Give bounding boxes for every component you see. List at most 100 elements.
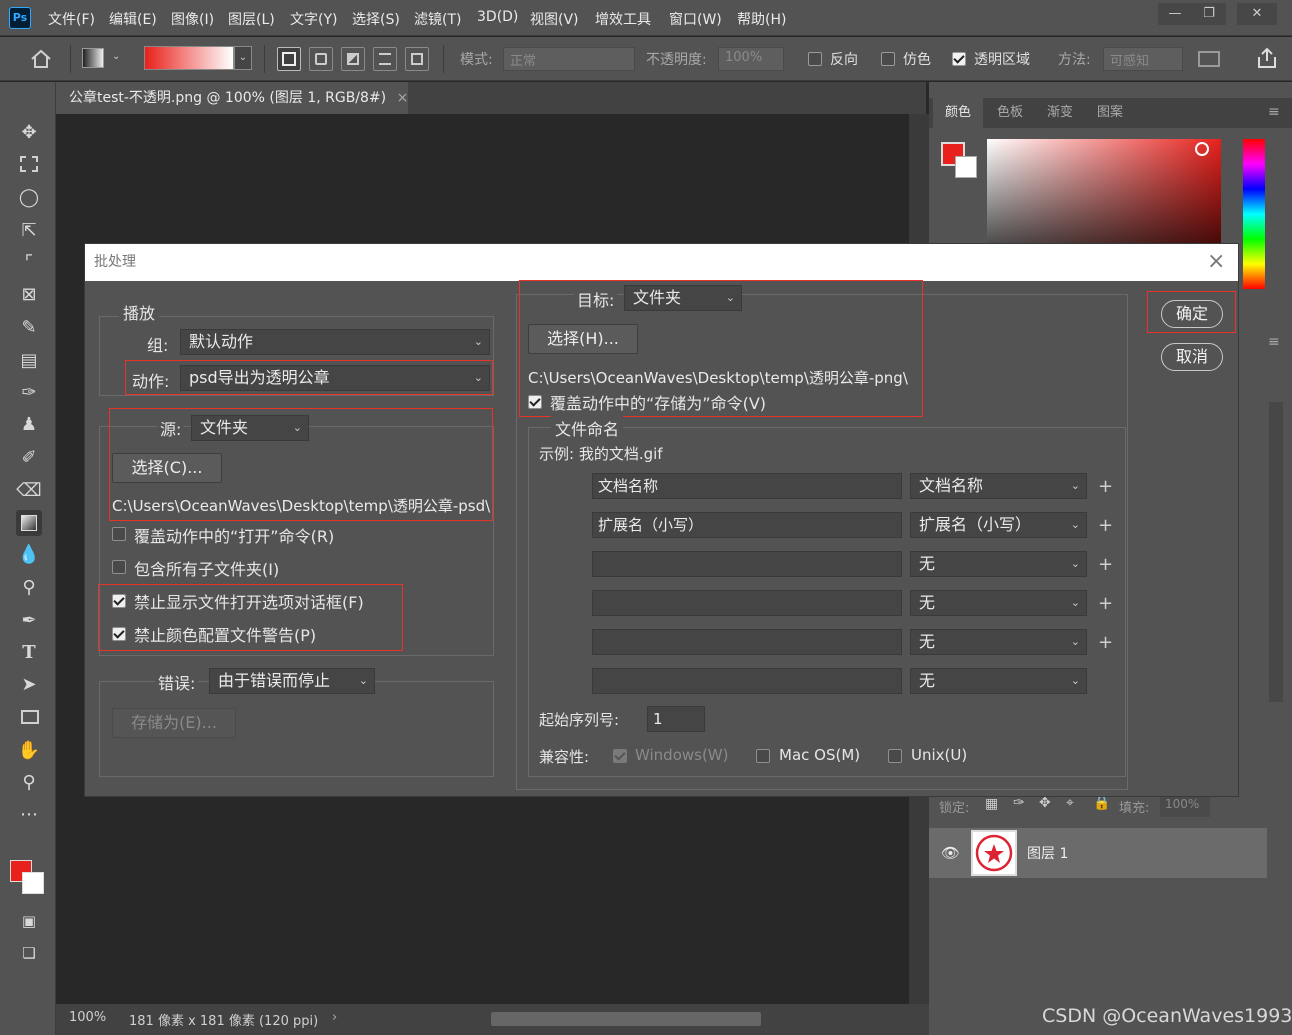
naming-select-1[interactable]: 文档名称 ⌄ <box>910 473 1087 499</box>
restore-button[interactable]: ❐ <box>1192 3 1226 25</box>
naming-text-1[interactable]: 文档名称 <box>592 473 902 499</box>
pen-tool-icon[interactable]: ✒ <box>16 608 42 634</box>
menu-file[interactable]: 文件(F) <box>48 9 95 29</box>
naming-text-3[interactable] <box>592 551 902 577</box>
menu-window[interactable]: 窗口(W) <box>669 9 722 29</box>
document-tab[interactable]: 公章test-不透明.png @ 100% (图层 1, RGB/8#) × <box>56 82 408 114</box>
group-select[interactable]: 默认动作 ⌄ <box>180 329 490 355</box>
type-tool-icon[interactable]: T <box>16 640 42 666</box>
rectangle-tool-icon[interactable] <box>16 705 42 731</box>
color-picker-cursor[interactable] <box>1195 142 1209 156</box>
serial-field[interactable]: 1 <box>647 706 705 732</box>
menu-filter[interactable]: 滤镜(T) <box>414 9 461 29</box>
crop-tool-icon[interactable]: ⌜ <box>16 250 42 276</box>
fill-field[interactable]: 100% <box>1160 795 1210 817</box>
naming-text-5[interactable] <box>592 629 902 655</box>
panel-toggle-icon[interactable] <box>1198 51 1220 67</box>
menu-select[interactable]: 选择(S) <box>352 9 400 29</box>
menu-layer[interactable]: 图层(L) <box>228 9 275 29</box>
zoom-level[interactable]: 100% <box>69 1010 106 1025</box>
cancel-button[interactable]: 取消 <box>1161 343 1223 371</box>
tab-patterns[interactable]: 图案 <box>1085 98 1135 128</box>
unix-checkbox[interactable] <box>888 749 902 763</box>
menu-edit[interactable]: 编辑(E) <box>109 9 157 29</box>
horizontal-scrollbar-thumb[interactable] <box>491 1012 761 1026</box>
naming-select-6[interactable]: 无 ⌄ <box>910 668 1087 694</box>
add-row-icon[interactable]: + <box>1098 476 1113 497</box>
reflected-gradient-icon[interactable] <box>373 47 397 71</box>
lasso-tool-icon[interactable]: ◯ <box>16 185 42 211</box>
marquee-tool-icon[interactable] <box>16 152 42 178</box>
menu-view[interactable]: 视图(V) <box>530 9 579 29</box>
override-open-checkbox[interactable] <box>112 527 126 541</box>
panel-menu-icon-2[interactable]: ≡ <box>1268 334 1280 350</box>
naming-text-4[interactable] <box>592 590 902 616</box>
hand-tool-icon[interactable]: ✋ <box>16 738 42 764</box>
eyedropper-tool-icon[interactable]: ✎ <box>16 315 42 341</box>
menu-type[interactable]: 文字(Y) <box>290 9 337 29</box>
include-subfolders-checkbox[interactable] <box>112 560 126 574</box>
panel-scrollbar[interactable] <box>1269 402 1283 702</box>
zoom-tool-icon[interactable]: ⚲ <box>16 770 42 796</box>
tab-color[interactable]: 颜色 <box>933 98 983 128</box>
save-as-button[interactable]: 存储为(E)... <box>112 708 236 738</box>
naming-text-2[interactable]: 扩展名（小写） <box>592 512 902 538</box>
menu-help[interactable]: 帮助(H) <box>737 9 786 29</box>
frame-tool-icon[interactable]: ⊠ <box>16 282 42 308</box>
path-select-tool-icon[interactable]: ➤ <box>16 672 42 698</box>
reverse-checkbox[interactable] <box>808 52 822 66</box>
transparency-checkbox[interactable] <box>952 52 966 66</box>
dialog-close-icon[interactable]: × <box>1207 248 1229 276</box>
background-color-swatch[interactable] <box>22 872 44 894</box>
gradient-editor-swatch[interactable] <box>144 46 234 70</box>
mode-select[interactable]: 正常 <box>503 47 635 71</box>
windows-checkbox[interactable] <box>613 749 627 763</box>
visibility-eye-icon[interactable]: 👁 <box>941 844 960 862</box>
menu-plugins[interactable]: 增效工具 <box>595 9 651 29</box>
angle-gradient-icon[interactable] <box>341 47 365 71</box>
lock-pixels-icon[interactable]: ✑ <box>1013 795 1025 811</box>
home-icon[interactable] <box>30 49 52 69</box>
hue-slider[interactable] <box>1243 139 1265 289</box>
lock-position-icon[interactable]: ✥ <box>1039 795 1051 811</box>
chevron-right-icon[interactable]: › <box>332 1010 337 1025</box>
color-background-swatch[interactable] <box>955 156 977 178</box>
add-row-icon[interactable]: + <box>1098 632 1113 653</box>
radial-gradient-icon[interactable] <box>309 47 333 71</box>
stamp-tool-icon[interactable]: ♟ <box>16 412 42 438</box>
healing-brush-tool-icon[interactable]: ▤ <box>16 348 42 374</box>
more-tools-icon[interactable]: ⋯ <box>16 802 42 828</box>
naming-text-6[interactable] <box>592 668 902 694</box>
share-icon[interactable] <box>1256 47 1278 69</box>
gradient-preset-icon[interactable] <box>82 48 104 68</box>
dodge-tool-icon[interactable]: ⚲ <box>16 575 42 601</box>
naming-select-2[interactable]: 扩展名（小写） ⌄ <box>910 512 1087 538</box>
close-window-button[interactable]: ✕ <box>1237 3 1277 25</box>
errors-select[interactable]: 由于错误而停止 ⌄ <box>209 668 375 694</box>
chevron-down-icon[interactable]: ⌄ <box>112 51 120 62</box>
menu-3d[interactable]: 3D(D) <box>477 9 518 25</box>
lock-all-icon[interactable]: 🔒 <box>1093 795 1110 811</box>
history-brush-tool-icon[interactable]: ✐ <box>16 445 42 471</box>
add-row-icon[interactable]: + <box>1098 593 1113 614</box>
add-row-icon[interactable]: + <box>1098 515 1113 536</box>
screen-mode-icon[interactable]: ❏ <box>16 940 42 966</box>
opacity-field[interactable]: 100% <box>718 47 784 71</box>
layer-name[interactable]: 图层 1 <box>1027 843 1068 863</box>
linear-gradient-icon[interactable] <box>277 47 301 71</box>
gradient-tool-icon[interactable] <box>16 510 42 536</box>
naming-select-5[interactable]: 无 ⌄ <box>910 629 1087 655</box>
add-row-icon[interactable]: + <box>1098 554 1113 575</box>
minimize-button[interactable]: — <box>1158 3 1192 25</box>
gradient-picker-chevron-icon[interactable]: ⌄ <box>234 46 252 70</box>
object-select-tool-icon[interactable]: ⇱ <box>16 218 42 244</box>
menu-image[interactable]: 图像(I) <box>171 9 214 29</box>
diamond-gradient-icon[interactable] <box>405 47 429 71</box>
panel-menu-icon[interactable]: ≡ <box>1268 104 1280 120</box>
lock-transparent-icon[interactable]: ▦ <box>985 796 998 812</box>
eraser-tool-icon[interactable]: ⌫ <box>16 478 42 504</box>
tab-gradients[interactable]: 渐变 <box>1035 98 1085 128</box>
lock-artboard-icon[interactable]: ⌖ <box>1066 795 1074 811</box>
blur-tool-icon[interactable]: 💧 <box>16 542 42 568</box>
method-select[interactable]: 可感知 <box>1103 47 1183 71</box>
